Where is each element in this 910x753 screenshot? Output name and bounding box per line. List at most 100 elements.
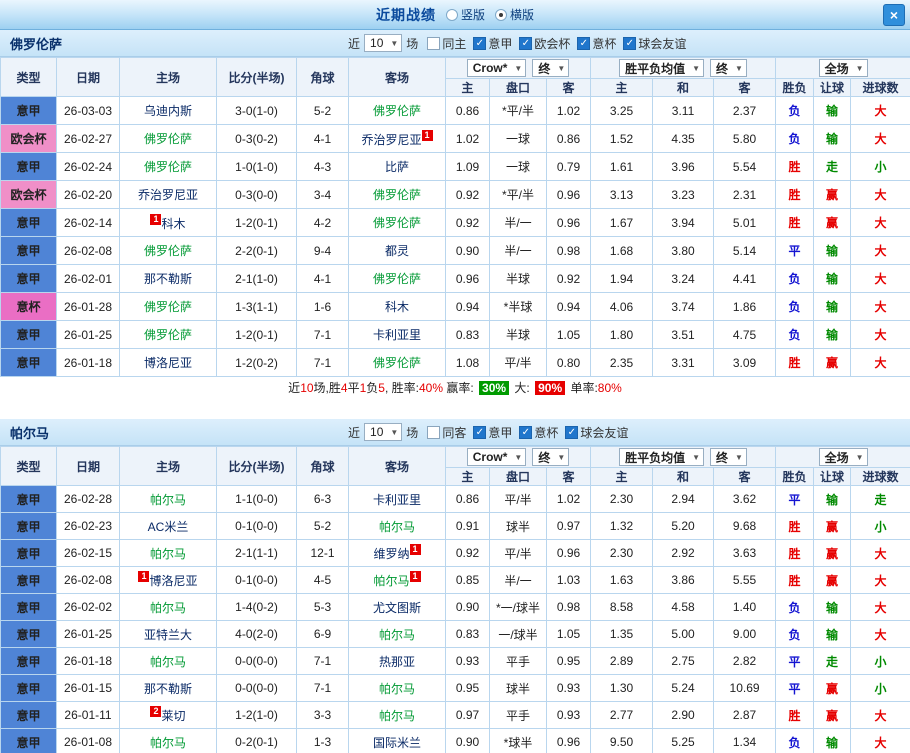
- result-cell: 大: [851, 181, 910, 209]
- league-cell: 意甲: [1, 513, 57, 540]
- team-cell: 佛罗伦萨: [349, 265, 446, 293]
- summary-part: 30%: [479, 381, 509, 395]
- filter-checkbox-球会友谊[interactable]: ✓球会友谊: [623, 35, 686, 52]
- avg-odds-cell: 1.61: [591, 153, 653, 181]
- filter-label: 欧会杯: [534, 35, 570, 52]
- odds-cell: 0.95: [547, 648, 591, 675]
- odds-cell: 1.02: [446, 125, 490, 153]
- avg-odds-cell: 2.30: [591, 486, 653, 513]
- league-cell: 意甲: [1, 702, 57, 729]
- date-cell: 26-02-27: [57, 125, 120, 153]
- result-cell: 小: [851, 675, 910, 702]
- match-row: 意甲26-01-18博洛尼亚1-2(0-2)7-1佛罗伦萨1.08平/半0.80…: [1, 349, 910, 377]
- result-cell: 胜: [776, 349, 814, 377]
- scope-dropdown[interactable]: 全场 ▼: [819, 448, 868, 466]
- filter-checkbox-欧会杯[interactable]: ✓欧会杯: [519, 35, 570, 52]
- layout-radio-horizontal[interactable]: 横版: [495, 6, 534, 23]
- team-title: 帕尔马: [0, 423, 49, 442]
- team-name: 帕尔马: [379, 520, 415, 534]
- layout-radio-vertical[interactable]: 竖版: [446, 6, 485, 23]
- handicap-cell: *平/半: [490, 181, 547, 209]
- avg-final-dropdown[interactable]: 终 ▼: [710, 448, 747, 466]
- match-count-dropdown[interactable]: 10 ▼: [364, 34, 402, 52]
- team-cell: 帕尔马: [349, 675, 446, 702]
- odds-final-dropdown[interactable]: 终 ▼: [532, 59, 569, 77]
- scope-dropdown[interactable]: 全场 ▼: [819, 59, 868, 77]
- result-cell: 大: [851, 540, 910, 567]
- score-cell: 1-2(1-0): [217, 702, 297, 729]
- team-name: 国际米兰: [373, 736, 421, 750]
- avg-odds-cell: 2.87: [714, 702, 776, 729]
- filter-checkbox-意甲[interactable]: ✓意甲: [473, 35, 512, 52]
- close-button[interactable]: ×: [883, 4, 905, 26]
- filter-label: 意杯: [534, 424, 558, 441]
- odds-cell: 0.86: [446, 97, 490, 125]
- team-name: 佛罗伦萨: [144, 160, 192, 174]
- team-cell: 卡利亚里: [349, 321, 446, 349]
- score-cell: 1-2(0-1): [217, 321, 297, 349]
- date-cell: 26-01-28: [57, 293, 120, 321]
- chevron-down-icon: ▼: [735, 64, 743, 73]
- avg-odds-cell: 4.06: [591, 293, 653, 321]
- result-cell: 大: [851, 702, 910, 729]
- subcol-avg-draw: 和: [653, 79, 714, 97]
- avg-odds-cell: 3.86: [653, 567, 714, 594]
- subcol-avg-draw: 和: [653, 468, 714, 486]
- filter-checkbox-同客[interactable]: 同客: [427, 424, 466, 441]
- avg-source-dropdown[interactable]: 胜平负均值 ▼: [619, 448, 704, 466]
- odds-cell: 1.09: [446, 153, 490, 181]
- avg-odds-cell: 9.00: [714, 621, 776, 648]
- filter-checkbox-意甲[interactable]: ✓意甲: [473, 424, 512, 441]
- odds-source-dropdown[interactable]: Crow* ▼: [467, 448, 527, 466]
- result-cell: 输: [814, 293, 851, 321]
- result-cell: 负: [776, 125, 814, 153]
- filter-checkbox-意杯[interactable]: ✓意杯: [519, 424, 558, 441]
- team-name: 莱切: [161, 709, 185, 723]
- team-name: 乌迪内斯: [144, 104, 192, 118]
- score-cell: 0-3(0-0): [217, 181, 297, 209]
- corner-cell: 5-2: [297, 513, 349, 540]
- avg-odds-cell: 5.24: [653, 675, 714, 702]
- summary-part: 赢率:: [443, 381, 477, 395]
- team-cell: 帕尔马: [120, 594, 217, 621]
- avg-odds-cell: 3.13: [591, 181, 653, 209]
- result-cell: 赢: [814, 513, 851, 540]
- avg-odds-cell: 5.14: [714, 237, 776, 265]
- avg-odds-cell: 2.94: [653, 486, 714, 513]
- avg-source-dropdown[interactable]: 胜平负均值 ▼: [619, 59, 704, 77]
- result-cell: 走: [814, 648, 851, 675]
- odds-final-dropdown[interactable]: 终 ▼: [532, 448, 569, 466]
- avg-odds-cell: 9.50: [591, 729, 653, 753]
- avg-odds-cell: 1.30: [591, 675, 653, 702]
- team-name: 佛罗伦萨: [373, 272, 421, 286]
- result-cell: 输: [814, 729, 851, 753]
- result-cell: 胜: [776, 540, 814, 567]
- subcol-odds-away: 客: [547, 79, 591, 97]
- result-cell: 负: [776, 594, 814, 621]
- avg-final-dropdown[interactable]: 终 ▼: [710, 59, 747, 77]
- team-cell: 帕尔马: [349, 513, 446, 540]
- match-count-dropdown[interactable]: 10 ▼: [364, 423, 402, 441]
- filter-checkbox-同主[interactable]: 同主: [427, 35, 466, 52]
- result-cell: 负: [776, 265, 814, 293]
- match-row: 意甲26-02-01那不勒斯2-1(1-0)4-1佛罗伦萨0.96半球0.921…: [1, 265, 910, 293]
- summary-part: 负: [366, 381, 378, 395]
- result-cell: 大: [851, 125, 910, 153]
- score-cell: 1-4(0-2): [217, 594, 297, 621]
- result-cell: 平: [776, 237, 814, 265]
- odds-cell: 0.90: [446, 594, 490, 621]
- score-cell: 1-1(0-0): [217, 486, 297, 513]
- corner-cell: 1-6: [297, 293, 349, 321]
- chevron-down-icon: ▼: [735, 453, 743, 462]
- filter-checkbox-球会友谊[interactable]: ✓球会友谊: [565, 424, 628, 441]
- team-name: 那不勒斯: [144, 682, 192, 696]
- filter-checkbox-意杯[interactable]: ✓意杯: [577, 35, 616, 52]
- avg-odds-cell: 5.20: [653, 513, 714, 540]
- corner-cell: 4-1: [297, 125, 349, 153]
- odds-source-dropdown[interactable]: Crow* ▼: [467, 59, 527, 77]
- avg-odds-cell: 1.52: [591, 125, 653, 153]
- result-cell: 输: [814, 621, 851, 648]
- league-cell: 意甲: [1, 97, 57, 125]
- result-cell: 输: [814, 97, 851, 125]
- date-cell: 26-02-20: [57, 181, 120, 209]
